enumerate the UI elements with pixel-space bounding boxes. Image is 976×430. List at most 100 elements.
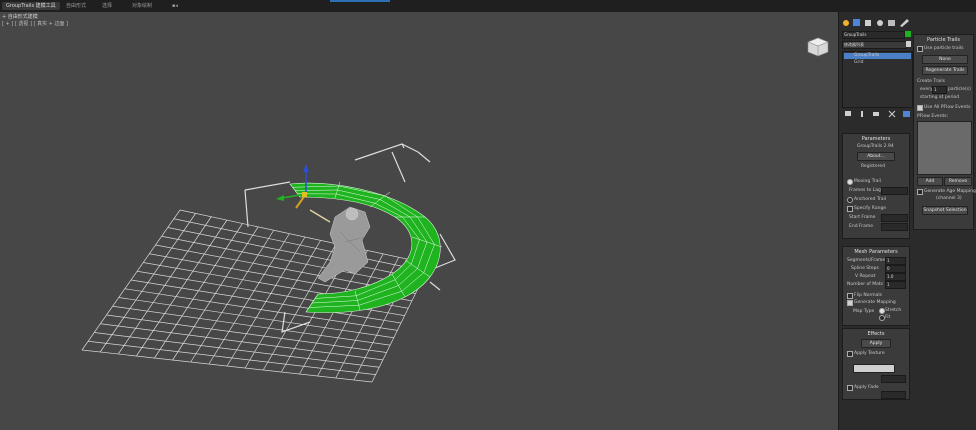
toolbar-more-icon[interactable]: ▪◂ [168, 2, 182, 10]
map-type-label: Map Type [853, 309, 875, 314]
map-type-fit-label: Fit [885, 315, 891, 320]
particle-trails-title[interactable]: Particle Trails [914, 37, 973, 43]
object-color-swatch[interactable] [905, 31, 911, 37]
use-particle-trails-label: Use particle trails [924, 46, 964, 51]
v-repeat-label: V Repeat [855, 274, 876, 279]
parameters-title[interactable]: Parameters [843, 136, 909, 142]
particle-source-button[interactable]: None [922, 55, 968, 64]
tab-selection[interactable]: 选择 [98, 2, 116, 10]
utilities-tab-icon [900, 19, 909, 27]
number-of-mats-label: Number of Mats [847, 282, 884, 287]
generate-age-mapping-label: Generate Age Mapping [924, 189, 976, 194]
about-button[interactable]: About... [857, 152, 895, 161]
apply-button[interactable]: Apply [861, 339, 891, 348]
use-particle-trails-checkbox[interactable] [917, 46, 923, 52]
create-tab-icon [843, 20, 849, 26]
grid-line [179, 209, 431, 265]
particle-trails-rollout: Particle Trails Use particle trails None… [913, 34, 976, 230]
object-name-field[interactable]: GroupTrails [842, 31, 905, 39]
green-trail-mesh[interactable] [289, 181, 443, 313]
active-accent-line [330, 0, 390, 2]
tab-freeform[interactable]: 自由形式 [62, 2, 90, 10]
generate-age-mapping-checkbox[interactable] [917, 189, 923, 195]
stack-tools-row [843, 110, 913, 118]
frames-to-lag-label: Frames to Lag [849, 188, 881, 193]
regenerate-trails-button[interactable]: Regenerate Trails [922, 66, 968, 75]
moving-trail-label: Moving Trail [854, 179, 881, 184]
end-frame-field[interactable] [881, 223, 908, 231]
mesh-parameters-title[interactable]: Mesh Parameters [843, 249, 909, 255]
flip-normals-label: Flip Normals [854, 293, 883, 298]
specify-range-checkbox[interactable] [847, 206, 853, 212]
every-label: every [920, 87, 933, 92]
pin-stack-icon [845, 111, 851, 116]
show-end-result-icon [861, 111, 863, 117]
viewcube-icon[interactable] [802, 34, 832, 60]
pflow-events-label: PFlow Events: [917, 114, 949, 119]
remove-modifier-icon [888, 110, 896, 118]
mesh-parameters-rollout: Mesh Parameters Segments/Frame 1 Spline … [842, 246, 910, 326]
generate-mapping-label: Generate Mapping [854, 300, 896, 305]
create-trails-label: Create Trails [917, 79, 945, 84]
stack-item-grouptrails[interactable]: GroupTrails [844, 53, 911, 59]
motion-tab-icon [877, 20, 883, 26]
dropdown-arrow-icon[interactable] [906, 41, 911, 47]
grid-line [161, 235, 420, 287]
frames-to-lag-field[interactable] [881, 187, 908, 195]
modifier-stack-list: GroupTrails Grid [842, 51, 913, 108]
scene-canvas[interactable] [0, 12, 838, 430]
start-frame-label: Start Frame [849, 215, 876, 220]
remove-event-button[interactable]: Remove [944, 177, 972, 186]
apply-fade-checkbox[interactable] [847, 385, 853, 391]
effects-rollout: Effects Apply Apply Texture Apply Fade [842, 328, 910, 400]
every-field[interactable]: 1 [932, 86, 947, 94]
tab-grouptrails[interactable]: GroupTrails 建模工具 [2, 2, 60, 10]
command-panel: GroupTrails 修改器列表 GroupTrails Grid Param… [839, 12, 976, 430]
channel-label: (channel 3) [936, 196, 962, 201]
moving-trail-radio[interactable] [847, 179, 853, 185]
start-frame-field[interactable] [881, 214, 908, 222]
perspective-viewport[interactable]: + 自由形式建模 [ + ] [ 透视 ] [ 真实 + 边面 ] [0, 12, 839, 430]
segments-per-frame-field[interactable]: 1 [885, 257, 906, 265]
registration-status: Registered [861, 164, 886, 169]
add-event-button[interactable]: Add [917, 177, 943, 186]
character-mesh[interactable] [309, 206, 371, 283]
hierarchy-tab-icon [865, 20, 871, 26]
modify-tab-icon [853, 19, 860, 26]
apply-texture-label: Apply Texture [854, 351, 885, 356]
generate-mapping-checkbox[interactable] [847, 300, 853, 306]
apply-fade-label: Apply Fade [854, 385, 879, 390]
grid-line [173, 218, 427, 272]
segments-per-frame-label: Segments/Frame [847, 258, 886, 263]
anchored-trail-radio[interactable] [847, 197, 853, 203]
flip-normals-checkbox[interactable] [847, 293, 853, 299]
fade-amount-field[interactable] [881, 391, 906, 399]
use-all-pflow-label: Use All PFlow Events [924, 105, 971, 110]
version-label: GroupTrails 2.94 [857, 144, 894, 149]
specify-range-label: Specify Range [854, 206, 887, 211]
map-type-stretch-label: Stretch [885, 308, 902, 313]
texture-amount-field[interactable] [881, 375, 906, 383]
configure-sets-icon [903, 111, 910, 117]
particles-label: particle(s) [948, 87, 971, 92]
snapshot-selection-button[interactable]: Snapshot Selection [922, 206, 968, 215]
number-of-mats-field[interactable]: 1 [885, 281, 906, 289]
use-all-pflow-checkbox[interactable] [917, 105, 923, 111]
spline-steps-label: Spline Steps [851, 266, 879, 271]
make-unique-icon [873, 112, 879, 116]
apply-texture-checkbox[interactable] [847, 351, 853, 357]
texture-map-button[interactable] [853, 364, 895, 373]
spline-steps-field[interactable]: 0 [885, 265, 906, 273]
anchored-trail-label: Anchored Trail [854, 197, 887, 202]
v-repeat-field[interactable]: 1.0 [885, 273, 906, 281]
parameters-rollout: Parameters GroupTrails 2.94 About... Reg… [842, 133, 910, 239]
command-panel-tabs [841, 18, 913, 28]
tab-object-paint[interactable]: 对象绘制 [128, 2, 156, 10]
end-frame-label: End Frame [849, 224, 874, 229]
modifier-list-dropdown[interactable]: 修改器列表 [842, 41, 907, 49]
starting-at-label: starting at period [920, 95, 960, 100]
stack-item-grid[interactable]: Grid [844, 60, 911, 66]
effects-title[interactable]: Effects [843, 331, 909, 337]
display-tab-icon [888, 20, 895, 26]
pflow-events-list[interactable] [917, 121, 972, 175]
